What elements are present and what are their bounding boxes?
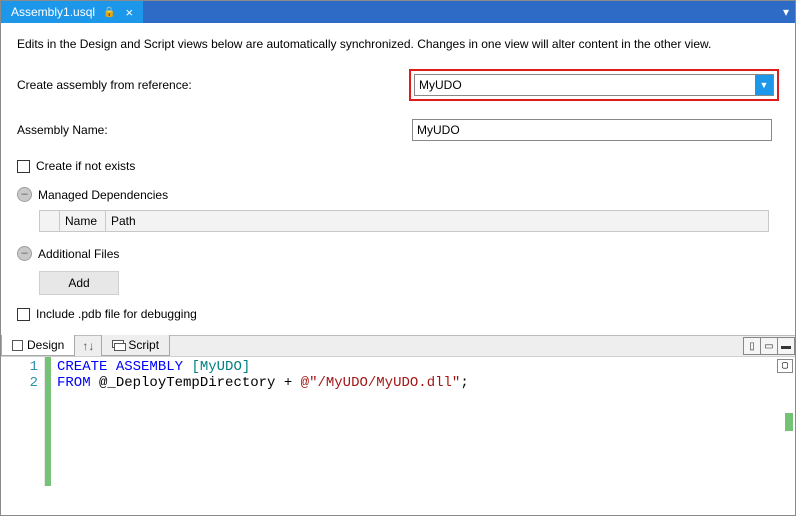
close-icon[interactable]: × (124, 6, 136, 19)
collapse-icon[interactable]: – (17, 187, 32, 202)
create-if-not-exists-label: Create if not exists (36, 159, 135, 173)
dependencies-grid-header: Name Path (39, 210, 769, 232)
document-tab-strip: Assembly1.usql 🔒 × ▾ (1, 1, 795, 23)
reference-value: MyUDO (419, 78, 462, 92)
include-pdb-label: Include .pdb file for debugging (36, 307, 197, 321)
code-area[interactable]: CREATE ASSEMBLY [MyUDO] FROM @_DeployTem… (51, 357, 469, 486)
line-gutter: 1 2 (1, 357, 45, 486)
chevron-down-icon[interactable]: ▼ (755, 75, 773, 95)
tab-title: Assembly1.usql (11, 5, 95, 19)
expand-editor-icon[interactable]: ▢ (777, 359, 793, 373)
kw-from: FROM (57, 375, 91, 391)
kw-create: CREATE (57, 359, 107, 375)
split-collapse-icon[interactable]: ▬ (777, 337, 795, 355)
create-if-not-exists-checkbox[interactable] (17, 160, 30, 173)
line-number: 1 (1, 359, 38, 375)
script-icon (112, 340, 124, 350)
reference-highlight: MyUDO ▼ (409, 69, 779, 101)
line-number: 2 (1, 375, 38, 391)
split-tab-bar: Design ↑↓ Script ▯ ▭ ▬ (1, 335, 795, 356)
collapse-icon[interactable]: – (17, 246, 32, 261)
script-editor[interactable]: 1 2 CREATE ASSEMBLY [MyUDO] FROM @_Deplo… (1, 356, 795, 486)
assembly-name-label: Assembly Name: (17, 123, 412, 137)
grid-col-name[interactable]: Name (60, 211, 106, 231)
reference-combobox[interactable]: MyUDO ▼ (414, 74, 774, 96)
grid-col-path[interactable]: Path (106, 211, 768, 231)
grid-selector-col (40, 211, 60, 231)
split-layout-buttons: ▯ ▭ ▬ (744, 336, 795, 356)
design-icon (12, 340, 23, 351)
reference-label: Create assembly from reference: (17, 78, 409, 92)
swap-panes-icon[interactable]: ↑↓ (75, 336, 101, 356)
lock-icon: 🔒 (103, 7, 115, 18)
add-button[interactable]: Add (39, 271, 119, 295)
scroll-change-indicator (785, 413, 793, 431)
assembly-name-input[interactable] (412, 119, 772, 141)
tab-design[interactable]: Design (1, 335, 75, 356)
split-vertical-icon[interactable]: ▯ (743, 337, 761, 355)
variable-ref: @_DeployTempDirectory (99, 375, 275, 391)
sync-info-text: Edits in the Design and Script views bel… (17, 37, 779, 51)
kw-assembly: ASSEMBLY (116, 359, 183, 375)
include-pdb-checkbox[interactable] (17, 308, 30, 321)
additional-files-label: Additional Files (38, 247, 119, 261)
managed-dependencies-label: Managed Dependencies (38, 188, 168, 202)
tab-script[interactable]: Script (101, 335, 170, 356)
document-tab-active[interactable]: Assembly1.usql 🔒 × (1, 1, 143, 23)
design-pane: Edits in the Design and Script views bel… (1, 23, 795, 335)
string-literal: @"/MyUDO/MyUDO.dll" (301, 375, 461, 391)
assembly-identifier: [MyUDO] (191, 359, 250, 375)
split-horizontal-icon[interactable]: ▭ (760, 337, 778, 355)
tab-overflow-icon[interactable]: ▾ (777, 1, 795, 23)
